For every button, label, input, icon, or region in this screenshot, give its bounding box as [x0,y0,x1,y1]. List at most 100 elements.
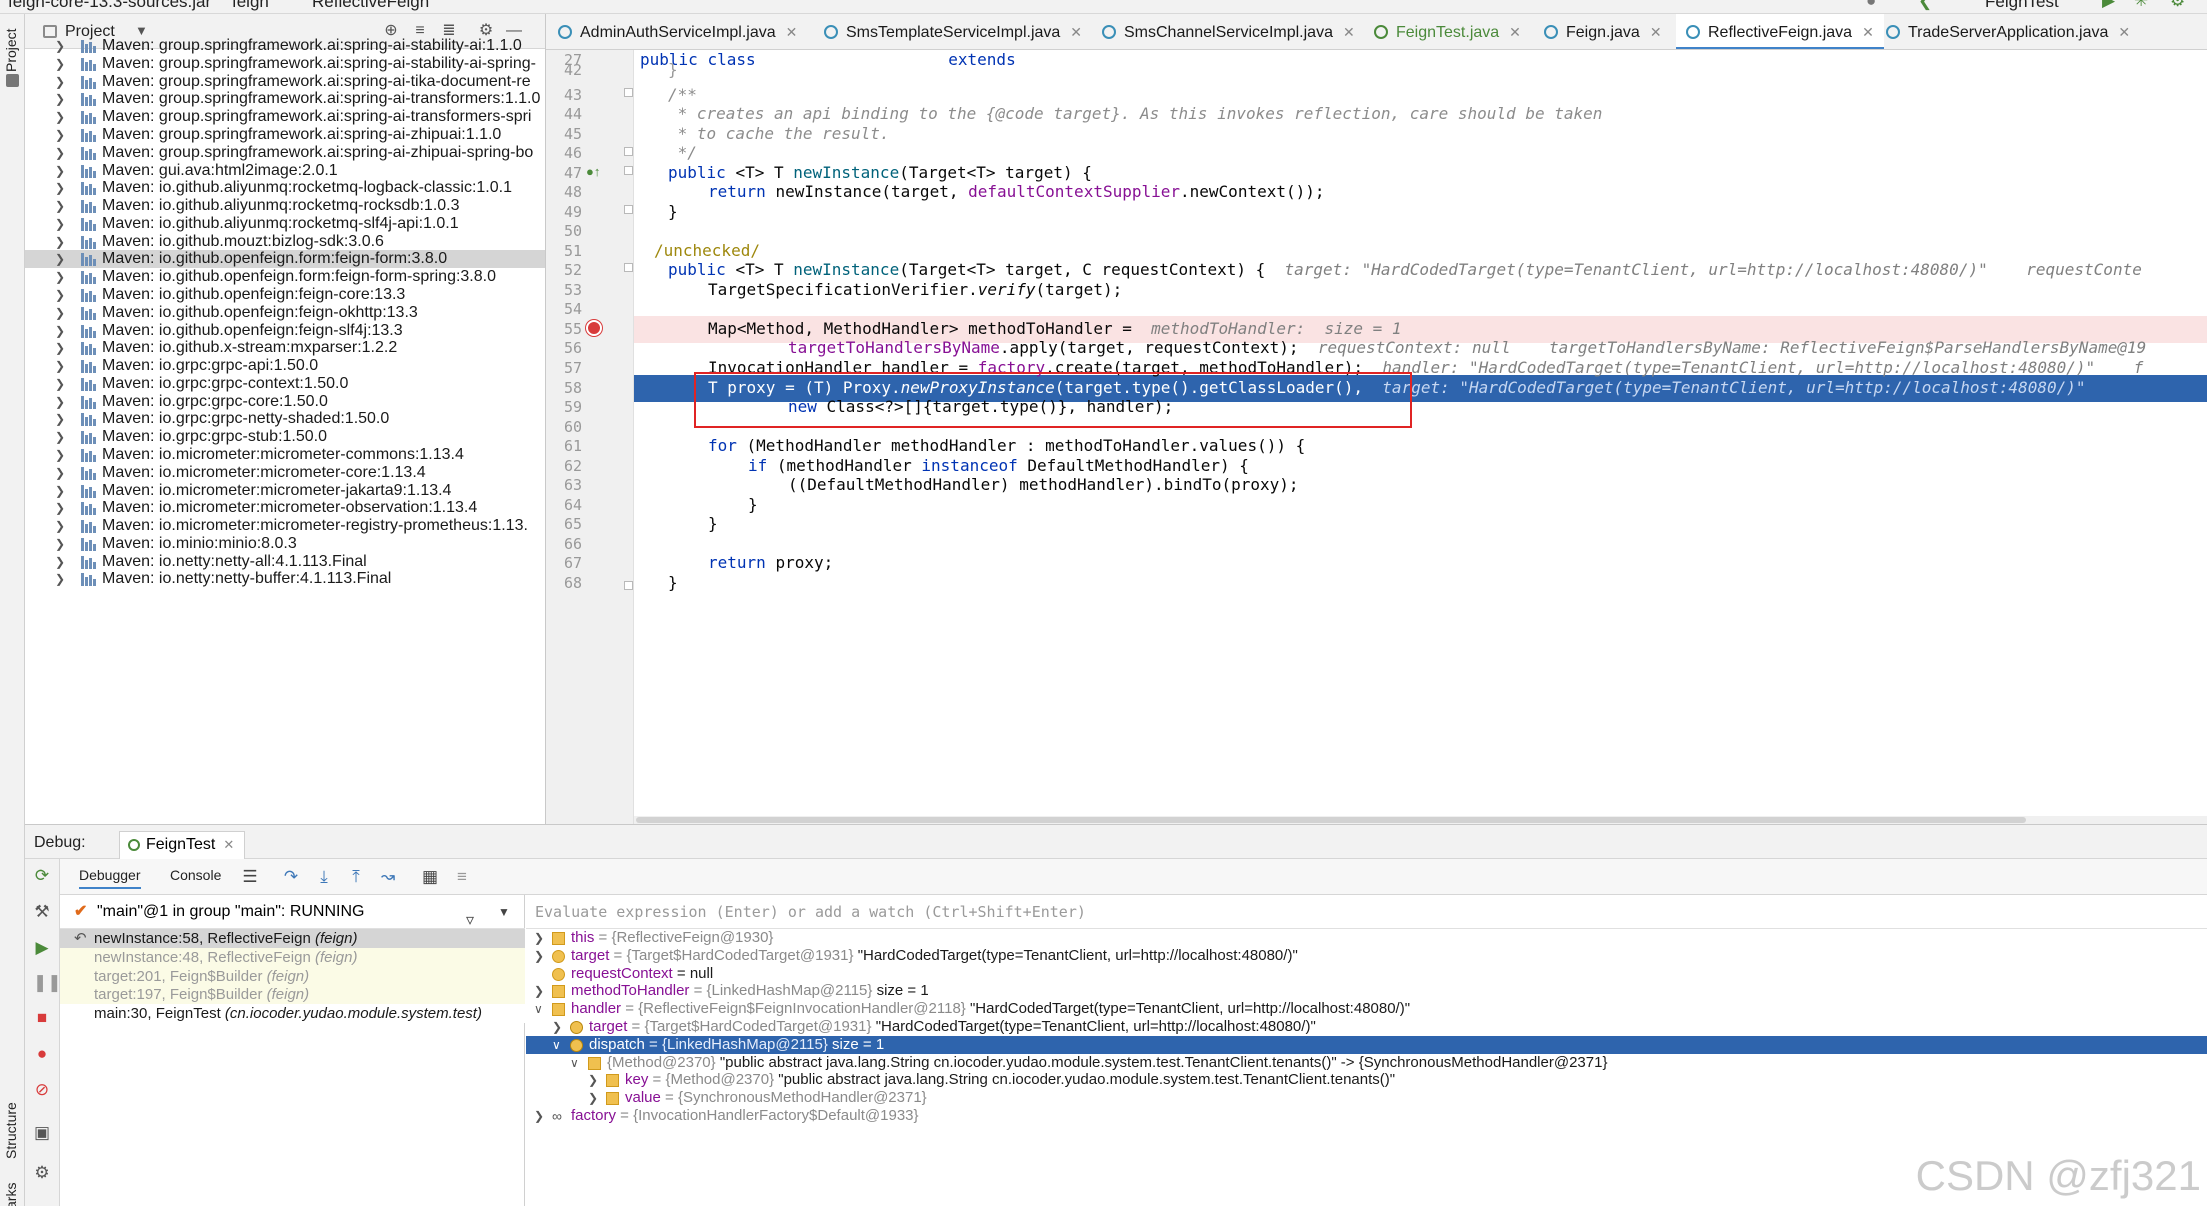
project-tree-item[interactable]: ❯ Maven: io.grpc:grpc-netty-shaded:1.50.0 [25,410,545,428]
project-tree-item[interactable]: ❯ Maven: io.github.openfeign:feign-okhttp… [25,304,545,322]
debug-icon[interactable]: ✳ [2134,0,2148,11]
chevron-right-icon[interactable]: ❯ [55,322,65,340]
chevron-right-icon[interactable]: ❯ [55,464,65,482]
variable-row[interactable]: ❯ value = {SynchronousMethodHandler@2371} [526,1089,2207,1107]
chevron-right-icon[interactable]: ❯ [55,73,65,91]
breakpoint-icon[interactable] [586,320,602,336]
tab-reflective-feign[interactable]: ReflectiveFeign.java ✕ [1676,14,1884,49]
expand-icon[interactable]: ❯ [534,982,544,1000]
modify-config-icon[interactable]: ⚒ [33,903,51,921]
fold-marker-icon[interactable] [624,147,633,156]
variable-row[interactable]: ❯ methodToHandler = {LinkedHashMap@2115} … [526,982,2207,1000]
chevron-right-icon[interactable]: ❯ [55,55,65,73]
project-tree-item[interactable]: ❯ Maven: gui.ava:html2image:2.0.1 [25,162,545,180]
project-tree-item[interactable]: ❯ Maven: group.springframework.ai:spring-… [25,144,545,162]
chevron-right-icon[interactable]: ❯ [55,410,65,428]
project-tree-item[interactable]: ❯ Maven: io.github.mouzt:bizlog-sdk:3.0.6 [25,233,545,251]
project-tree-item[interactable]: ❯ Maven: io.github.openfeign:feign-core:1… [25,286,545,304]
evaluate-expression-icon[interactable]: ▦ [421,868,439,886]
fold-marker-icon[interactable] [624,88,633,97]
expand-icon[interactable]: ∨ [552,1036,561,1054]
implementation-gutter-icon[interactable]: ●↑ [586,164,600,179]
project-tree-item[interactable]: ❯ Maven: group.springframework.ai:spring-… [25,90,545,108]
project-tree-item[interactable]: ❯ Maven: io.github.aliyunmq:rocketmq-logb… [25,179,545,197]
chevron-right-icon[interactable]: ❯ [55,215,65,233]
chevron-right-icon[interactable]: ❯ [55,179,65,197]
tab-feign[interactable]: Feign.java ✕ [1544,14,1662,49]
layout-menu-icon[interactable]: ☰ [241,868,259,886]
project-tree-item[interactable]: ❯ Maven: io.netty:netty-buffer:4.1.113.Fi… [25,570,545,588]
stack-frame[interactable]: newInstance:48, ReflectiveFeign (feign) [60,947,525,967]
close-icon[interactable]: ✕ [1650,24,1662,40]
project-tree-item[interactable]: ❯ Maven: io.grpc:grpc-stub:1.50.0 [25,428,545,446]
chevron-right-icon[interactable]: ❯ [55,517,65,535]
stack-frame[interactable]: target:201, Feign$Builder (feign) [60,966,525,986]
expand-icon[interactable]: ❯ [534,929,544,947]
chevron-right-icon[interactable]: ❯ [55,375,65,393]
close-icon[interactable]: ✕ [1509,24,1521,40]
variable-row[interactable]: ∨ handler = {ReflectiveFeign$FeignInvocat… [526,1000,2207,1018]
stack-frame[interactable]: target:197, Feign$Builder (feign) [60,985,525,1005]
rerun-icon[interactable]: ⟳ [33,867,51,885]
chevron-right-icon[interactable]: ❯ [55,233,65,251]
stack-frame[interactable]: ↶ newInstance:58, ReflectiveFeign (feign) [60,929,525,948]
variable-row[interactable]: ❯ key = {Method@2370} "public abstract ja… [526,1071,2207,1089]
project-tree-item[interactable]: ❯ Maven: io.grpc:grpc-context:1.50.0 [25,375,545,393]
stack-frame[interactable]: main:30, FeignTest (cn.iocoder.yudao.mod… [60,1004,525,1024]
chevron-right-icon[interactable]: ❯ [55,393,65,411]
chevron-right-icon[interactable]: ❯ [55,482,65,500]
tab-admin-auth-service-impl[interactable]: AdminAuthServiceImpl.java ✕ [558,14,797,49]
project-tree-item[interactable]: ❯ Maven: io.grpc:grpc-core:1.50.0 [25,393,545,411]
variable-row[interactable]: ❯ target = {Target$HardCodedTarget@1931} … [526,947,2207,965]
settings-icon[interactable]: ⚙ [33,1164,51,1182]
close-icon[interactable]: ✕ [1070,24,1082,40]
chevron-right-icon[interactable]: ❯ [55,446,65,464]
trace-stream-icon[interactable]: ≡ [453,868,471,886]
run-config-selector[interactable]: FeignTest [1985,0,2059,12]
evaluate-expression-input[interactable]: Evaluate expression (Enter) or add a wat… [526,895,2207,929]
project-tree-item[interactable]: ❯ Maven: io.grpc:grpc-api:1.50.0 [25,357,545,375]
breadcrumb-jar[interactable]: feign-core-13.3-sources.jar [8,0,211,12]
fold-marker-icon[interactable] [624,205,633,214]
expand-icon[interactable]: ❯ [552,1018,562,1036]
chevron-right-icon[interactable]: ❯ [55,108,65,126]
chevron-right-icon[interactable]: ❯ [55,570,65,588]
tab-debugger[interactable]: Debugger [79,867,141,889]
variable-row[interactable]: ❯ target = {Target$HardCodedTarget@1931} … [526,1018,2207,1036]
variable-row[interactable]: ∨ {Method@2370} "public abstract java.lan… [526,1054,2207,1072]
back-arrow-icon[interactable]: ❮ [1918,0,1932,11]
fold-marker-icon[interactable] [624,263,633,272]
expand-icon[interactable]: ∨ [570,1054,579,1072]
expand-icon[interactable]: ❯ [588,1071,598,1089]
project-tree-item[interactable]: ❯ Maven: io.github.aliyunmq:rocketmq-rock… [25,197,545,215]
show-execution-point-icon[interactable]: ↷ [282,868,300,886]
chevron-down-icon[interactable]: ▼ [135,23,148,38]
project-tree-item[interactable]: ❯ Maven: io.netty:netty-all:4.1.113.Final [25,553,545,571]
project-tree-item[interactable]: ❯ Maven: group.springframework.ai:spring-… [25,55,545,73]
project-tree-item[interactable]: ❯ Maven: io.micrometer:micrometer-observa… [25,499,545,517]
chevron-right-icon[interactable]: ❯ [55,268,65,286]
project-tree-item[interactable]: ❯ Maven: io.github.openfeign.form:feign-f… [25,250,545,269]
project-tool-icon[interactable] [6,74,19,87]
close-icon[interactable]: ✕ [2118,24,2130,40]
chevron-right-icon[interactable]: ❯ [55,553,65,571]
chevron-down-icon[interactable]: ▼ [498,895,510,929]
fold-marker-icon[interactable] [624,581,633,590]
tab-trade-server-application[interactable]: TradeServerApplication.java ✕ [1886,14,2130,49]
expand-icon[interactable]: ❯ [588,1089,598,1107]
chevron-right-icon[interactable]: ❯ [55,162,65,180]
structure-tool-label[interactable]: Structure [3,1069,21,1159]
project-tree-item[interactable]: ❯ Maven: io.micrometer:micrometer-commons… [25,446,545,464]
project-tree-item[interactable]: ❯ Maven: io.micrometer:micrometer-registr… [25,517,545,535]
project-tree-item[interactable]: ❯ Maven: io.github.openfeign:feign-slf4j:… [25,322,545,340]
project-tree-item[interactable]: ❯ Maven: group.springframework.ai:spring-… [25,108,545,126]
tab-sms-channel-service-impl[interactable]: SmsChannelServiceImpl.java ✕ [1102,14,1355,49]
code-editor[interactable]: 27 42 43 44 45 46 47 48 49 50 51 52 53 54 55 56 57 58 59 60… [546,50,2207,824]
breadcrumb-file[interactable]: ReflectiveFeign [312,0,429,12]
variable-row[interactable]: requestContext = null [526,965,2207,983]
project-tree-item[interactable]: ❯ Maven: group.springframework.ai:spring-… [25,37,545,55]
project-tree-item[interactable]: ❯ Maven: io.micrometer:micrometer-core:1.… [25,464,545,482]
chevron-right-icon[interactable]: ❯ [55,535,65,553]
stop-icon[interactable]: ■ [33,1009,51,1027]
chevron-right-icon[interactable]: ❯ [55,144,65,162]
